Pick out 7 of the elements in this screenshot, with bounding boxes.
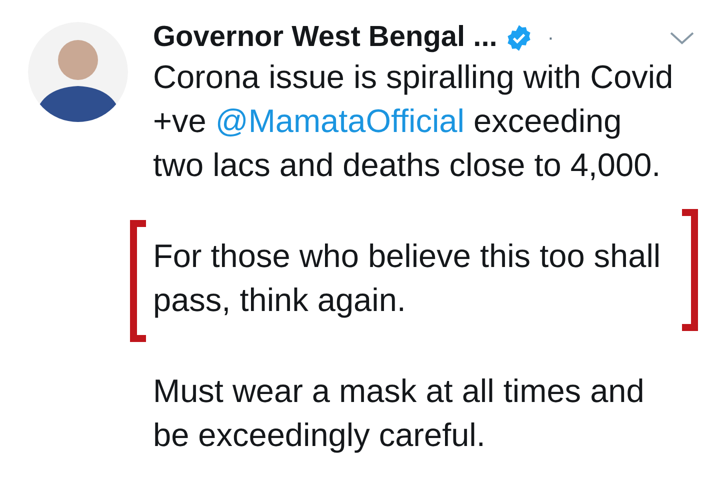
author-name[interactable]: Governor West Bengal ... — [153, 16, 498, 60]
chevron-down-icon[interactable] — [669, 30, 695, 46]
tweet-text: Must wear a mask at all times and be exceedingly careful. — [153, 372, 646, 455]
avatar-icon — [28, 22, 128, 122]
tweet-text: For those who believe this too shall pass, think again. — [153, 237, 662, 320]
tweet-text: Corona issue is spiralling with Covid +ve @MamataOfficial exceeding two lacs and deaths close to 4,000. — [153, 58, 674, 185]
separator-dot: · — [547, 26, 554, 51]
